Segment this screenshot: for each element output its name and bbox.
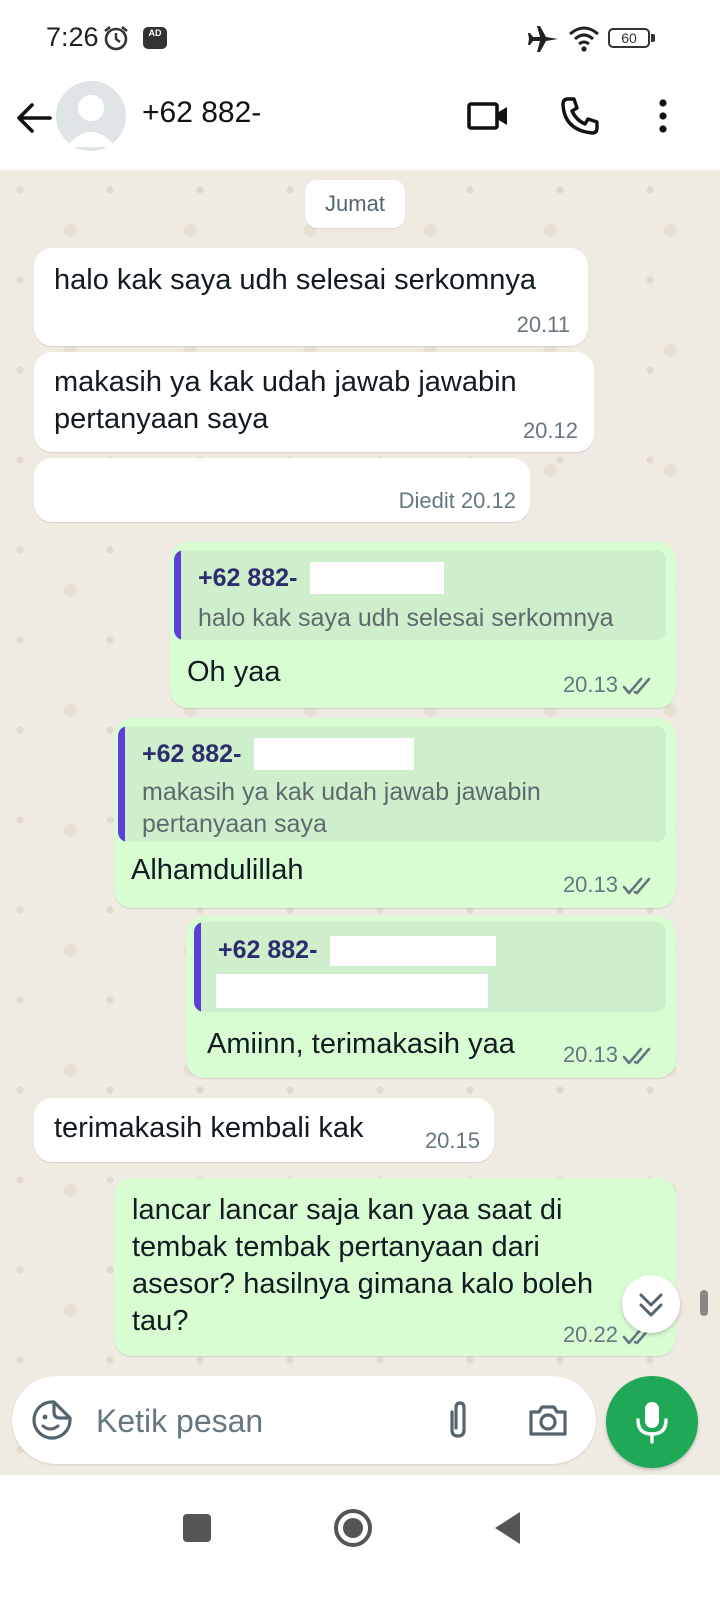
message-time: 20.13 (562, 1042, 618, 1067)
more-vert-icon[interactable] (641, 94, 685, 138)
message-text: Oh yaa (187, 656, 281, 688)
message-incoming-edited[interactable]: Diedit 20.12 (34, 458, 530, 522)
message-input[interactable] (94, 1396, 418, 1446)
message-incoming[interactable]: terimakasih kembali kak 20.15 (34, 1098, 494, 1162)
chat-area[interactable]: Jumat halo kak saya udh selesai serkomny… (0, 170, 720, 1475)
message-time: 20.12 (522, 418, 578, 443)
redaction (330, 936, 496, 966)
message-text: lancar lancar saja kan yaa saat di temba… (132, 1194, 594, 1337)
message-time: 20.22 (562, 1322, 618, 1347)
message-composer (12, 1376, 596, 1464)
message-incoming[interactable]: makasih ya kak udah jawab jawabin pertan… (34, 352, 594, 452)
redaction (216, 974, 488, 1008)
video-call-icon[interactable] (466, 94, 510, 138)
attach-icon[interactable] (436, 1398, 480, 1442)
message-incoming[interactable]: halo kak saya udh selesai serkomnya 20.1… (34, 248, 588, 346)
message-time: 20.11 (516, 312, 570, 337)
quote-text: makasih ya kak udah jawab jawabin pertan… (142, 778, 541, 838)
reply-quote[interactable]: +62 882- (194, 922, 666, 1012)
message-outgoing[interactable]: +62 882- makasih ya kak udah jawab jawab… (114, 718, 676, 908)
ad-label: AD (148, 28, 162, 38)
scroll-down-icon (639, 1293, 663, 1317)
mic-icon (636, 1402, 668, 1444)
sticker-icon[interactable] (30, 1398, 74, 1442)
battery-icon: 60 (608, 26, 658, 52)
battery-level: 60 (608, 28, 650, 48)
double-check-icon (622, 677, 651, 695)
back-nav-icon[interactable] (484, 1503, 534, 1553)
phone-icon[interactable] (558, 94, 602, 138)
back-arrow-icon[interactable] (14, 98, 54, 138)
ad-blocker-icon: AD (143, 27, 167, 49)
alarm-icon (104, 25, 128, 51)
quote-name: +62 882- (198, 564, 298, 592)
message-outgoing[interactable]: lancar lancar saja kan yaa saat di temba… (114, 1178, 676, 1356)
recents-icon[interactable] (172, 1503, 222, 1553)
day-separator: Jumat (305, 180, 405, 228)
message-text: makasih ya kak udah jawab jawabin pertan… (54, 366, 517, 435)
airplane-icon (528, 26, 558, 52)
message-time: 20.15 (424, 1128, 480, 1153)
message-text: halo kak saya udh selesai serkomnya (54, 264, 536, 296)
scrollbar-thumb[interactable] (700, 1290, 708, 1316)
quote-name: +62 882- (218, 936, 318, 964)
system-nav-bar (0, 1475, 720, 1600)
quote-name: +62 882- (142, 740, 242, 768)
redaction (254, 738, 414, 770)
camera-icon[interactable] (526, 1398, 570, 1442)
chat-header: +62 882- (0, 76, 720, 170)
contact-name[interactable]: +62 882- (142, 96, 261, 130)
scroll-to-bottom-button[interactable] (622, 1275, 680, 1333)
message-text: terimakasih kembali kak (54, 1112, 364, 1144)
message-time: 20.13 (562, 872, 618, 897)
reply-quote[interactable]: +62 882- halo kak saya udh selesai serko… (174, 550, 666, 640)
wifi-icon (569, 26, 599, 52)
message-outgoing[interactable]: +62 882- halo kak saya udh selesai serko… (170, 542, 676, 708)
message-text: Alhamdulillah (131, 854, 304, 886)
reply-quote[interactable]: +62 882- makasih ya kak udah jawab jawab… (118, 726, 666, 842)
message-time: Diedit 20.12 (398, 488, 516, 513)
status-time: 7:26 (46, 22, 99, 52)
home-icon[interactable] (328, 1503, 378, 1553)
message-time: 20.13 (562, 672, 618, 697)
status-bar: 7:26 AD 60 (0, 0, 720, 76)
quote-text: halo kak saya udh selesai serkomnya (198, 604, 614, 632)
redaction (310, 562, 444, 594)
double-check-icon (622, 877, 651, 895)
message-outgoing[interactable]: +62 882- Amiinn, terimakasih yaa 20.13 (186, 916, 676, 1078)
voice-record-button[interactable] (606, 1376, 698, 1468)
message-text: Amiinn, terimakasih yaa (207, 1028, 515, 1060)
double-check-icon (622, 1047, 651, 1065)
default-avatar-icon (66, 95, 116, 147)
avatar[interactable] (56, 81, 126, 151)
